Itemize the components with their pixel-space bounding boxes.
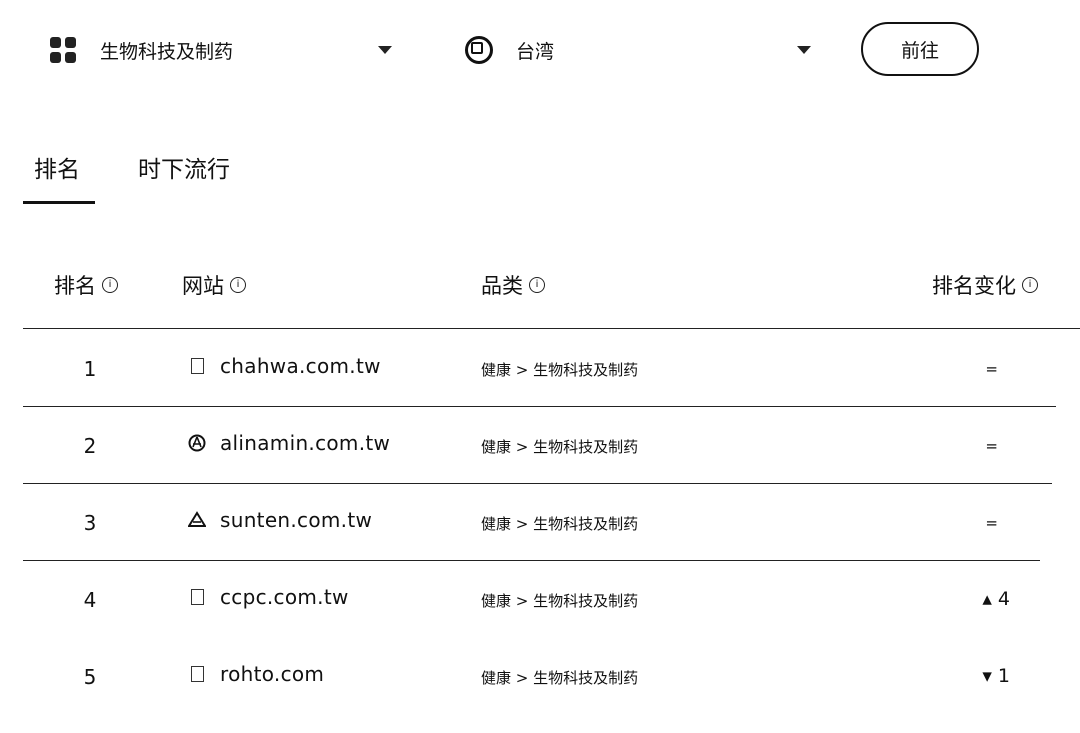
rank-change-value: = bbox=[985, 437, 998, 455]
site-name[interactable]: rohto.com bbox=[220, 662, 324, 686]
column-header-website-label: 网站 bbox=[182, 274, 224, 298]
site-name[interactable]: alinamin.com.tw bbox=[220, 431, 390, 455]
triangle-logo-icon bbox=[188, 511, 206, 529]
site-cell[interactable]: chahwa.com.tw bbox=[188, 354, 381, 378]
site-cell[interactable]: alinamin.com.tw bbox=[188, 431, 390, 455]
column-header-rank-label: 排名 bbox=[54, 274, 96, 298]
info-icon[interactable]: i bbox=[230, 277, 246, 293]
page-icon bbox=[188, 588, 206, 606]
site-cell[interactable]: ccpc.com.tw bbox=[188, 585, 349, 609]
rank-value: 4 bbox=[83, 588, 97, 612]
info-icon[interactable]: i bbox=[102, 277, 118, 293]
chevron-down-icon bbox=[378, 46, 392, 54]
column-header-website: 网站 i bbox=[182, 270, 246, 300]
header-divider bbox=[23, 328, 1080, 329]
site-name[interactable]: chahwa.com.tw bbox=[220, 354, 381, 378]
country-select[interactable]: 台湾 bbox=[465, 30, 815, 70]
tab-ranking[interactable]: 排名 bbox=[34, 150, 80, 184]
table-row[interactable]: 2 alinamin.com.tw 健康 > 生物科技及制药 = bbox=[0, 407, 1080, 484]
site-name[interactable]: sunten.com.tw bbox=[220, 508, 372, 532]
rank-value: 1 bbox=[83, 357, 97, 381]
circle-logo-icon bbox=[188, 434, 206, 452]
grid-icon bbox=[50, 37, 76, 63]
rank-change-value: ▾ 1 bbox=[982, 665, 1010, 687]
page-icon bbox=[188, 665, 206, 683]
table-row[interactable]: 5 rohto.com 健康 > 生物科技及制药 ▾ 1 bbox=[0, 638, 1080, 715]
rank-value: 2 bbox=[83, 434, 97, 458]
table-row[interactable]: 4 ccpc.com.tw 健康 > 生物科技及制药 ▴ 4 bbox=[0, 561, 1080, 638]
site-cell[interactable]: sunten.com.tw bbox=[188, 508, 372, 532]
rank-change-value: ▴ 4 bbox=[982, 588, 1010, 610]
active-tab-indicator bbox=[23, 201, 95, 204]
go-button[interactable]: 前往 bbox=[861, 22, 979, 76]
rank-value: 5 bbox=[83, 665, 97, 689]
category-value: 健康 > 生物科技及制药 bbox=[481, 361, 639, 379]
globe-icon bbox=[465, 36, 493, 64]
column-header-category: 品类 i bbox=[481, 270, 545, 300]
rank-value: 3 bbox=[83, 511, 97, 535]
column-header-change: 排名变化 i bbox=[932, 270, 1038, 300]
table-row[interactable]: 1 chahwa.com.tw 健康 > 生物科技及制药 = bbox=[0, 330, 1080, 407]
rank-change-value: = bbox=[985, 360, 998, 378]
category-value: 健康 > 生物科技及制药 bbox=[481, 592, 639, 610]
column-header-rank: 排名 i bbox=[54, 270, 118, 300]
rank-change-value: = bbox=[985, 514, 998, 532]
chevron-down-icon bbox=[797, 46, 811, 54]
site-name[interactable]: ccpc.com.tw bbox=[220, 585, 349, 609]
industry-select-label: 生物科技及制药 bbox=[100, 40, 234, 63]
column-header-change-label: 排名变化 bbox=[932, 274, 1016, 298]
category-value: 健康 > 生物科技及制药 bbox=[481, 438, 639, 456]
info-icon[interactable]: i bbox=[529, 277, 545, 293]
category-value: 健康 > 生物科技及制药 bbox=[481, 669, 639, 687]
tab-trending[interactable]: 时下流行 bbox=[138, 150, 230, 184]
site-cell[interactable]: rohto.com bbox=[188, 662, 324, 686]
column-header-category-label: 品类 bbox=[481, 274, 523, 298]
table-row[interactable]: 3 sunten.com.tw 健康 > 生物科技及制药 = bbox=[0, 484, 1080, 561]
page-icon bbox=[188, 357, 206, 375]
country-select-label: 台湾 bbox=[516, 40, 555, 63]
industry-select[interactable]: 生物科技及制药 bbox=[50, 30, 395, 70]
category-value: 健康 > 生物科技及制药 bbox=[481, 515, 639, 533]
info-icon[interactable]: i bbox=[1022, 277, 1038, 293]
